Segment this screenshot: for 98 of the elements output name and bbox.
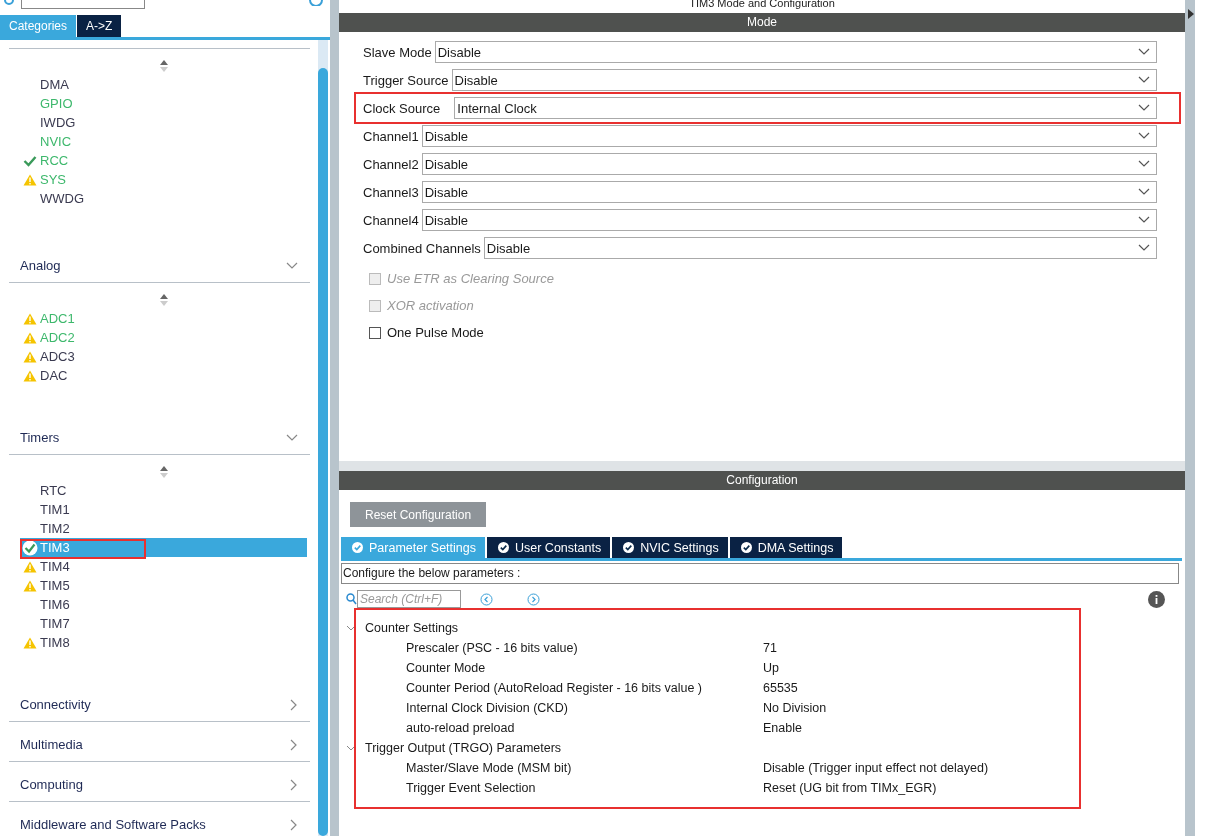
field-label: Slave Mode (363, 44, 432, 60)
peripheral-item[interactable]: TIM8 (20, 633, 307, 652)
chevron-down-icon[interactable] (346, 744, 356, 752)
category-header[interactable]: Analog (9, 249, 310, 283)
settings-tab[interactable]: NVIC Settings (612, 537, 728, 558)
dropdown[interactable]: Internal Clock (454, 97, 1157, 119)
parameter-name: Internal Clock Division (CKD) (406, 701, 569, 715)
category-tab[interactable]: A->Z (77, 15, 122, 37)
sort-icon[interactable] (158, 59, 169, 73)
info-icon[interactable] (1148, 590, 1165, 608)
settings-tab[interactable]: User Constants (487, 537, 611, 558)
peripheral-item[interactable]: ADC3 (20, 347, 307, 366)
parameter-value[interactable]: No Division (763, 701, 827, 715)
dropdown[interactable]: Disable (421, 209, 1157, 231)
chevron-down-icon (1138, 216, 1150, 224)
parameter-value[interactable]: Enable (763, 721, 802, 735)
check-circle-icon (352, 542, 363, 553)
warning-icon (23, 173, 37, 186)
chevron-down-icon (1138, 188, 1150, 196)
peripheral-item[interactable]: TIM2 (20, 519, 307, 538)
previous-icon[interactable] (480, 592, 493, 606)
dropdown[interactable]: Disable (434, 41, 1157, 63)
section-header: Configuration (339, 471, 1185, 490)
parameter-name: Prescaler (PSC - 16 bits value) (406, 641, 579, 655)
peripheral-item[interactable]: TIM1 (20, 500, 307, 519)
parameter-value[interactable]: 65535 (763, 681, 798, 695)
checkbox-label: Use ETR as Clearing Source (387, 271, 554, 286)
group-title: Counter Settings (365, 621, 459, 635)
chevron-down-icon (1138, 48, 1150, 56)
peripheral-item[interactable]: DAC (20, 366, 307, 385)
warning-icon (23, 331, 37, 344)
chevron-down-icon (1138, 160, 1150, 168)
expand-arrow-icon[interactable] (1188, 9, 1194, 19)
peripheral-item[interactable]: TIM7 (20, 614, 307, 633)
check-icon (23, 154, 37, 167)
field-label: Channel1 (363, 128, 419, 144)
parameter-name: Counter Period (AutoReload Register - 16 bits value ) (406, 681, 703, 695)
category-header[interactable]: Multimedia (9, 728, 310, 762)
warning-icon (23, 636, 37, 649)
scrollbar[interactable] (318, 40, 328, 836)
category-header[interactable]: Timers (9, 421, 310, 455)
field-label: Channel3 (363, 184, 419, 200)
sort-icon[interactable] (158, 293, 169, 307)
sort-icon[interactable] (158, 465, 169, 479)
check-circle-icon (498, 542, 509, 553)
field-label: Trigger Source (363, 72, 449, 88)
next-icon[interactable] (527, 592, 540, 606)
field-label: Clock Source (363, 100, 441, 116)
section-header: Mode (339, 13, 1185, 32)
peripheral-item[interactable]: TIM6 (20, 595, 307, 614)
check-circle-icon (22, 539, 38, 556)
dropdown[interactable]: Disable (451, 69, 1157, 91)
chevron-down-icon (1138, 244, 1150, 252)
scrollbar[interactable] (1185, 0, 1195, 836)
panel-title: TIM3 Mode and Configuration (688, 0, 836, 11)
parameter-value[interactable]: Disable (Trigger input effect not delayed) (763, 761, 989, 775)
search-field[interactable]: Search (Ctrl+F) (357, 590, 461, 608)
check-circle-icon (623, 542, 635, 553)
parameter-name: auto-reload preload (406, 721, 516, 735)
parameter-value[interactable]: Up (763, 661, 779, 675)
category-header[interactable]: Middleware and Software Packs (9, 808, 310, 836)
dropdown[interactable]: Disable (421, 125, 1157, 147)
peripheral-item[interactable]: RTC (20, 481, 307, 500)
checkbox[interactable] (369, 326, 381, 339)
field-label: Channel4 (363, 212, 419, 228)
warning-icon (23, 579, 37, 592)
field-label: Combined Channels (363, 240, 481, 256)
search-field[interactable] (21, 0, 145, 9)
group-title: Trigger Output (TRGO) Parameters (365, 741, 562, 755)
dropdown[interactable]: Disable (483, 237, 1157, 259)
dropdown[interactable]: Disable (421, 153, 1157, 175)
warning-icon (23, 560, 37, 573)
category-header[interactable]: Computing (9, 768, 310, 802)
checkbox-label: XOR activation (387, 298, 474, 313)
chevron-down-icon (1138, 132, 1150, 140)
chevron-down-icon[interactable] (346, 624, 356, 632)
peripheral-item[interactable]: DMA (20, 75, 307, 94)
parameter-name: Trigger Event Selection (406, 781, 537, 795)
field-label: Channel2 (363, 156, 419, 172)
checkbox-label: One Pulse Mode (387, 325, 484, 340)
parameter-name: Counter Mode (406, 661, 487, 675)
description-text: Configure the below parameters : (341, 563, 1179, 584)
check-circle-icon (740, 542, 752, 553)
parameter-value[interactable]: 71 (763, 641, 777, 655)
category-header[interactable]: Connectivity (9, 688, 310, 722)
settings-tab[interactable]: DMA Settings (729, 537, 843, 558)
peripheral-item[interactable]: TIM5 (20, 576, 307, 595)
parameter-value[interactable]: Reset (UG bit from TIMx_EGR) (763, 781, 937, 795)
chevron-down-icon (1138, 76, 1150, 84)
chevron-down-icon (1138, 104, 1150, 112)
warning-icon (23, 350, 37, 363)
warning-icon (23, 312, 37, 325)
peripheral-item[interactable]: IWDG (20, 113, 307, 132)
peripheral-item[interactable]: WWDG (20, 189, 307, 208)
warning-icon (23, 369, 37, 382)
dropdown[interactable]: Disable (421, 181, 1157, 203)
parameter-name: Master/Slave Mode (MSM bit) (406, 761, 573, 775)
peripheral-item[interactable]: TIM4 (20, 557, 307, 576)
